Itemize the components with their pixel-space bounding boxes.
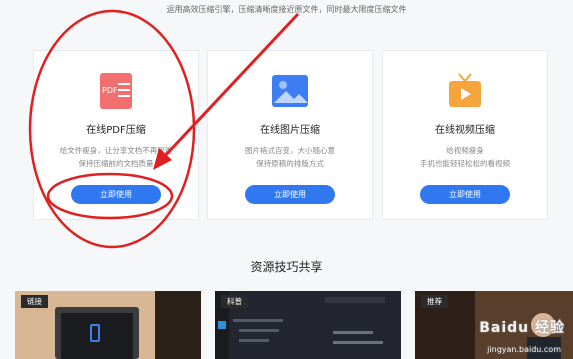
image-icon [268, 71, 312, 111]
card-description: 给文件瘦身，让分享文档不再困难 保持压缩前的文档质量 [59, 146, 173, 168]
pdf-compress-card[interactable]: PDF 在线PDF压缩 给文件瘦身，让分享文档不再困难 保持压缩前的文档质量 立… [33, 50, 199, 220]
page-subtitle: 运用高效压缩引擎，压缩清晰度接近原文件，同时最大限度压缩文件 [166, 5, 407, 14]
svg-text:PDF: PDF [102, 86, 118, 95]
use-now-button-image[interactable]: 立即使用 [245, 185, 335, 204]
use-now-button-video[interactable]: 立即使用 [420, 185, 510, 204]
card-description: 给视频瘦身 手机也能轻轻松松的看视频 [420, 146, 510, 168]
image-compress-card[interactable]: 在线图片压缩 图片格式百变，大小随心意 保持原稿的排版方式 立即使用 [207, 50, 373, 220]
resource-tag: 链接 [21, 295, 48, 308]
watermark-url: jingyan.baidu.com [487, 345, 561, 354]
pdf-file-icon: PDF [94, 71, 138, 111]
resource-tag: 推荐 [421, 295, 448, 308]
card-title: 在线图片压缩 [260, 125, 320, 136]
video-tv-icon [443, 71, 487, 111]
resource-card-link[interactable]: 链接 [15, 291, 201, 359]
resource-tag: 科普 [221, 295, 248, 308]
resources-section-title: 资源技巧共享 [250, 260, 323, 274]
card-description: 图片格式百变，大小随心意 保持原稿的排版方式 [245, 146, 335, 168]
use-now-button-pdf[interactable]: 立即使用 [71, 185, 161, 204]
card-title: 在线视频压缩 [435, 125, 495, 136]
baidu-watermark: Baidu 经验 [479, 320, 565, 336]
card-title: 在线PDF压缩 [86, 125, 146, 136]
video-compress-card[interactable]: 在线视频压缩 给视频瘦身 手机也能轻轻松松的看视频 立即使用 [382, 50, 548, 220]
resource-card-science[interactable]: 科普 [215, 291, 401, 359]
